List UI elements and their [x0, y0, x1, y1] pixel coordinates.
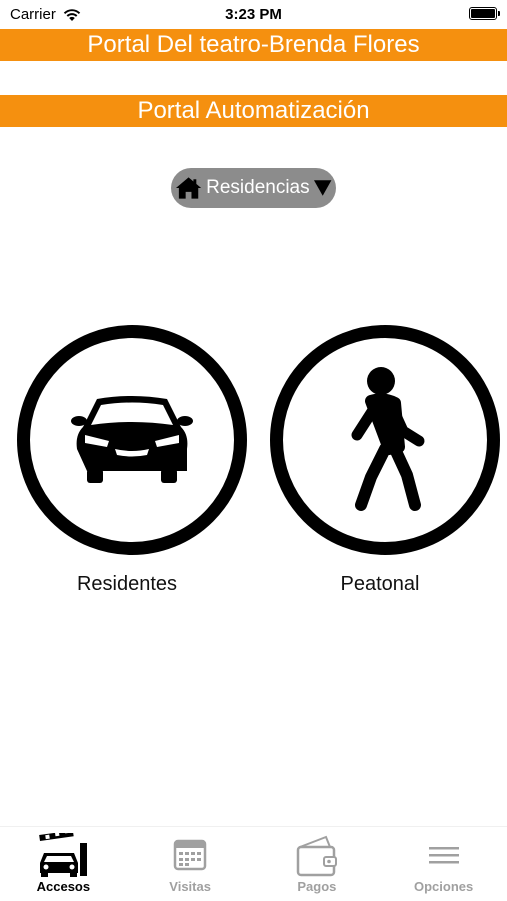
residentes-option[interactable]: Residentes: [17, 325, 237, 596]
tab-visitas-label: Visitas: [169, 879, 211, 894]
tab-pagos[interactable]: Pagos: [254, 827, 381, 901]
residence-selector[interactable]: Residencias: [171, 168, 336, 208]
peatonal-button[interactable]: [270, 325, 500, 555]
wallet-icon: [292, 833, 342, 877]
residence-selector-label: Residencias: [206, 177, 310, 199]
residentes-button[interactable]: [17, 325, 247, 555]
tab-bar: Accesos Visitas Pagos: [0, 826, 507, 901]
home-icon: [175, 175, 202, 201]
status-time: 3:23 PM: [0, 6, 507, 23]
tab-opciones[interactable]: Opciones: [380, 827, 507, 901]
tab-accesos-label: Accesos: [37, 879, 90, 894]
portal-subtitle-bar: Portal Automatización: [0, 95, 507, 127]
menu-icon: [419, 833, 469, 877]
tab-opciones-label: Opciones: [414, 879, 473, 894]
peatonal-option[interactable]: Peatonal: [270, 325, 490, 596]
tab-visitas[interactable]: Visitas: [127, 827, 254, 901]
tab-pagos-label: Pagos: [297, 879, 336, 894]
portal-title-bar: Portal Del teatro-Brenda Flores: [0, 29, 507, 61]
calendar-icon: [165, 833, 215, 877]
battery-icon: [469, 7, 497, 20]
caret-down-icon: [313, 179, 332, 197]
battery-level: [471, 9, 495, 18]
status-bar: Carrier 3:23 PM: [0, 0, 507, 28]
residentes-label: Residentes: [17, 573, 237, 596]
gate-car-icon: [38, 833, 88, 877]
peatonal-label: Peatonal: [270, 573, 490, 596]
car-icon: [69, 395, 195, 485]
tab-accesos[interactable]: Accesos: [0, 827, 127, 901]
pedestrian-icon: [335, 365, 435, 515]
